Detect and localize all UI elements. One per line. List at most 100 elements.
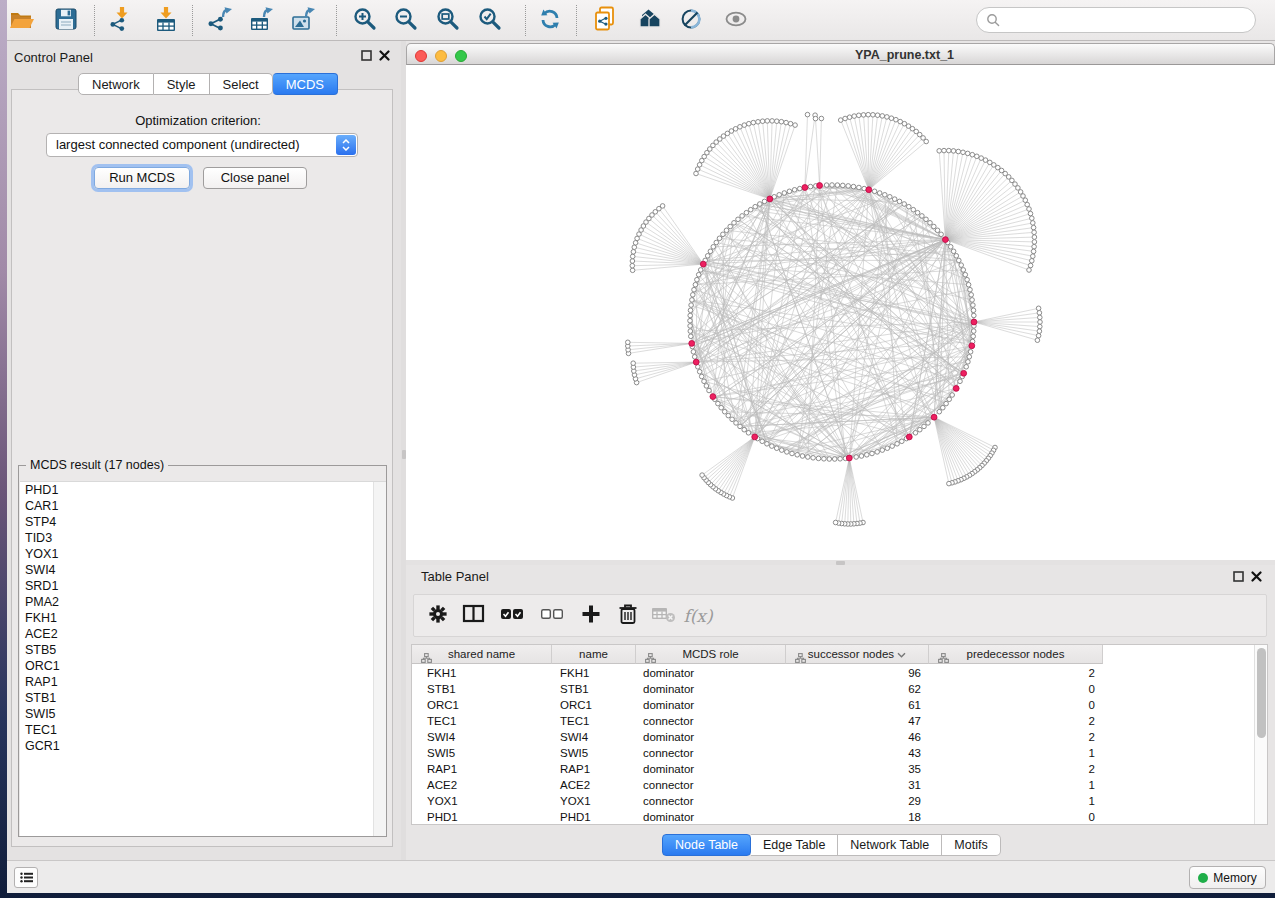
cell-shared-name[interactable]: ORC1 xyxy=(427,697,459,713)
network-snapshot-button[interactable] xyxy=(591,7,619,35)
settings-button[interactable] xyxy=(425,603,451,629)
tab-network[interactable]: Network xyxy=(78,73,154,95)
mcds-result-item[interactable]: STB1 xyxy=(20,690,386,706)
tab-mcds[interactable]: MCDS xyxy=(273,73,338,95)
export-network-button[interactable] xyxy=(207,7,235,35)
select-all-button[interactable] xyxy=(500,603,526,629)
close-panel-button[interactable]: Close panel xyxy=(203,167,307,189)
cell-successor-nodes[interactable]: 29 xyxy=(786,793,921,809)
home-layout-button[interactable] xyxy=(635,7,663,35)
tab-edge-table[interactable]: Edge Table xyxy=(751,834,838,856)
close-panel-icon[interactable] xyxy=(1251,571,1262,582)
cell-shared-name[interactable]: SWI4 xyxy=(427,729,455,745)
cell-MCDS-role[interactable]: connector xyxy=(643,793,694,809)
memory-button[interactable]: Memory xyxy=(1189,866,1266,889)
column-header-successor-nodes[interactable]: successor nodes xyxy=(786,645,929,664)
optimization-dropdown[interactable]: largest connected component (undirected) xyxy=(46,133,358,157)
cell-name[interactable]: ACE2 xyxy=(560,777,590,793)
cell-MCDS-role[interactable]: dominator xyxy=(643,809,694,825)
cell-name[interactable]: ORC1 xyxy=(560,697,592,713)
tab-select[interactable]: Select xyxy=(210,73,273,95)
cell-name[interactable]: SWI5 xyxy=(560,745,588,761)
mcds-result-item[interactable]: STB5 xyxy=(20,642,386,658)
save-session-button[interactable] xyxy=(52,7,80,35)
cell-MCDS-role[interactable]: dominator xyxy=(643,729,694,745)
tab-motifs[interactable]: Motifs xyxy=(942,834,1000,856)
show-panel-button[interactable] xyxy=(722,7,750,35)
cell-predecessor-nodes[interactable]: 2 xyxy=(929,713,1095,729)
mcds-result-item[interactable]: TID3 xyxy=(20,530,386,546)
mcds-result-item[interactable]: PMA2 xyxy=(20,594,386,610)
cell-successor-nodes[interactable]: 18 xyxy=(786,809,921,825)
cell-MCDS-role[interactable]: dominator xyxy=(643,761,694,777)
export-table-button[interactable] xyxy=(248,7,276,35)
deselect-all-button[interactable] xyxy=(540,603,566,629)
cell-name[interactable]: STB1 xyxy=(560,681,589,697)
cell-MCDS-role[interactable]: dominator xyxy=(643,681,694,697)
column-header-name[interactable]: name xyxy=(552,645,636,664)
mcds-result-item[interactable]: GCR1 xyxy=(20,738,386,754)
cell-predecessor-nodes[interactable]: 0 xyxy=(929,697,1095,713)
tab-node-table[interactable]: Node Table xyxy=(662,834,751,856)
mcds-result-item[interactable]: SWI4 xyxy=(20,562,386,578)
import-network-button[interactable] xyxy=(108,7,136,35)
cell-shared-name[interactable]: YOX1 xyxy=(427,793,458,809)
mcds-result-item[interactable]: TEC1 xyxy=(20,722,386,738)
cell-shared-name[interactable]: RAP1 xyxy=(427,761,457,777)
cell-MCDS-role[interactable]: connector xyxy=(643,713,694,729)
mcds-result-item[interactable]: SRD1 xyxy=(20,578,386,594)
task-history-button[interactable] xyxy=(14,867,38,888)
cell-MCDS-role[interactable]: connector xyxy=(643,777,694,793)
float-panel-icon[interactable] xyxy=(1233,571,1244,582)
float-panel-icon[interactable] xyxy=(361,50,372,61)
cell-successor-nodes[interactable]: 31 xyxy=(786,777,921,793)
tab-network-table[interactable]: Network Table xyxy=(838,834,942,856)
mcds-result-item[interactable]: ORC1 xyxy=(20,658,386,674)
cell-successor-nodes[interactable]: 46 xyxy=(786,729,921,745)
zoom-in-button[interactable] xyxy=(351,7,379,35)
cell-MCDS-role[interactable]: connector xyxy=(643,745,694,761)
cell-name[interactable]: FKH1 xyxy=(560,665,589,681)
run-mcds-button[interactable]: Run MCDS xyxy=(94,167,190,189)
mcds-result-item[interactable]: CAR1 xyxy=(20,498,386,514)
cell-predecessor-nodes[interactable]: 2 xyxy=(929,665,1095,681)
mcds-result-item[interactable]: SWI5 xyxy=(20,706,386,722)
cell-predecessor-nodes[interactable]: 0 xyxy=(929,681,1095,697)
cell-name[interactable]: TEC1 xyxy=(560,713,589,729)
cell-shared-name[interactable]: SWI5 xyxy=(427,745,455,761)
cell-successor-nodes[interactable]: 96 xyxy=(786,665,921,681)
search-input[interactable] xyxy=(976,7,1256,33)
columns-button[interactable] xyxy=(461,603,487,629)
zoom-selected-button[interactable] xyxy=(476,7,504,35)
network-window-titlebar[interactable]: YPA_prune.txt_1 xyxy=(406,43,1275,65)
cell-shared-name[interactable]: STB1 xyxy=(427,681,456,697)
cell-predecessor-nodes[interactable]: 0 xyxy=(929,809,1095,825)
add-row-button[interactable] xyxy=(578,603,604,629)
delete-row-button[interactable] xyxy=(615,603,641,629)
mcds-result-item[interactable]: RAP1 xyxy=(20,674,386,690)
refresh-view-button[interactable] xyxy=(536,7,564,35)
cell-predecessor-nodes[interactable]: 1 xyxy=(929,777,1095,793)
cell-MCDS-role[interactable]: dominator xyxy=(643,697,694,713)
mcds-result-item[interactable]: PHD1 xyxy=(20,482,386,498)
zoom-out-button[interactable] xyxy=(392,7,420,35)
cell-MCDS-role[interactable]: dominator xyxy=(643,665,694,681)
cell-shared-name[interactable]: TEC1 xyxy=(427,713,456,729)
tab-style[interactable]: Style xyxy=(154,73,210,95)
cell-name[interactable]: SWI4 xyxy=(560,729,588,745)
zoom-fit-button[interactable] xyxy=(434,7,462,35)
open-file-button[interactable] xyxy=(8,7,36,35)
column-header-shared-name[interactable]: shared name xyxy=(412,645,552,664)
mcds-list-scrollbar[interactable] xyxy=(373,482,386,836)
mcds-result-item[interactable]: ACE2 xyxy=(20,626,386,642)
cell-predecessor-nodes[interactable]: 1 xyxy=(929,793,1095,809)
mcds-result-item[interactable]: STP4 xyxy=(20,514,386,530)
cell-successor-nodes[interactable]: 43 xyxy=(786,745,921,761)
export-image-button[interactable] xyxy=(290,7,318,35)
cell-successor-nodes[interactable]: 61 xyxy=(786,697,921,713)
network-canvas[interactable] xyxy=(406,65,1275,560)
cell-predecessor-nodes[interactable]: 2 xyxy=(929,729,1095,745)
cell-name[interactable]: PHD1 xyxy=(560,809,591,825)
cell-shared-name[interactable]: PHD1 xyxy=(427,809,458,825)
table-scrollbar[interactable] xyxy=(1254,645,1267,824)
